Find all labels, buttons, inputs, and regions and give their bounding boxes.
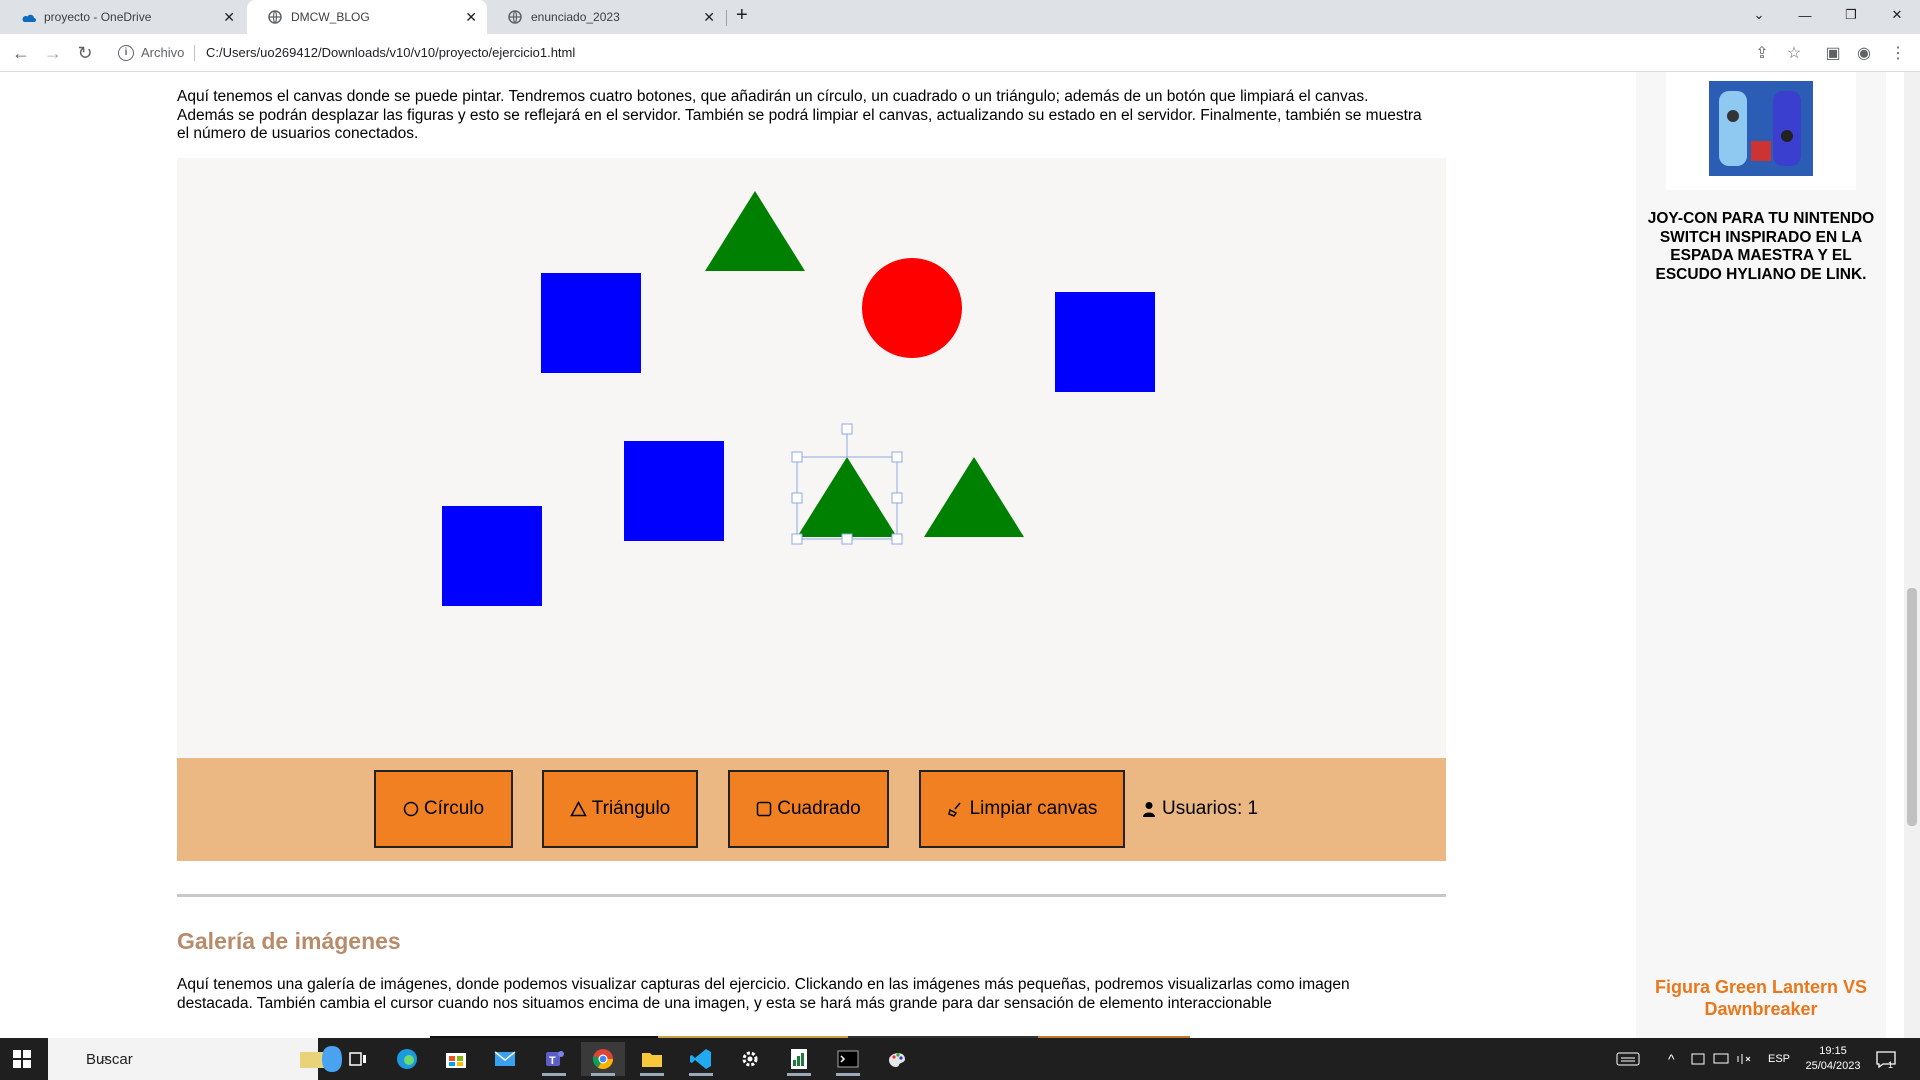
canvas-triangle-shape[interactable] (797, 457, 897, 537)
taskbar-search-box[interactable]: ⌕ Buscar (48, 1038, 342, 1080)
globe-icon (267, 9, 283, 25)
page-scrollbar[interactable] (1904, 72, 1920, 1038)
paint-icon[interactable] (875, 1042, 919, 1076)
search-icon: ⌕ (100, 1050, 109, 1067)
canvas-circle-shape[interactable] (862, 258, 962, 358)
circle-icon (403, 801, 419, 817)
notification-count-badge: 1 (1888, 1060, 1894, 1070)
clear-canvas-label: Limpiar canvas (969, 798, 1098, 819)
mail-icon[interactable] (483, 1042, 527, 1076)
connected-users: Usuarios: 1 (1142, 798, 1258, 820)
scrollbar-thumb[interactable] (1907, 588, 1917, 826)
settings-gear-icon[interactable] (728, 1042, 772, 1076)
edge-icon[interactable] (385, 1042, 429, 1076)
canvas-triangle-shape[interactable] (924, 457, 1024, 537)
tray-system-icons[interactable] (1690, 1038, 1762, 1080)
keyboard-layout-icon[interactable] (1616, 1038, 1640, 1080)
profile-avatar[interactable]: ◉ (1854, 43, 1874, 63)
user-icon (1142, 801, 1156, 817)
clear-canvas-button[interactable]: Limpiar canvas (919, 770, 1125, 848)
url-text[interactable]: C:/Users/uo269412/Downloads/v10/v10/proy… (206, 45, 575, 60)
windows-taskbar: ⌕ Buscar T ^ ESP 19:15 25/04/2023 1 (0, 1038, 1920, 1080)
search-placeholder: Buscar (86, 1050, 133, 1068)
close-window-button[interactable]: ✕ (1874, 0, 1920, 30)
close-tab-icon[interactable]: ✕ (465, 9, 477, 26)
tab-onedrive[interactable]: proyecto - OneDrive ✕ (0, 0, 245, 34)
add-square-label: Cuadrado (777, 798, 861, 819)
store-icon[interactable] (434, 1042, 478, 1076)
address-bar[interactable]: i Archivo C:/Users/uo269412/Downloads/v1… (108, 38, 1908, 68)
clock-time: 19:15 (1819, 1045, 1847, 1057)
scheme-label: Archivo (141, 45, 185, 60)
add-triangle-button[interactable]: Triángulo (542, 770, 698, 848)
tray-chevron-icon[interactable]: ^ (1668, 1038, 1675, 1080)
canvas-square-shape[interactable] (541, 273, 641, 373)
add-circle-button[interactable]: Círculo (374, 770, 513, 848)
canvas-square-shape[interactable] (442, 506, 542, 606)
share-icon[interactable]: ⇪ (1752, 43, 1772, 63)
close-tab-icon[interactable]: ✕ (703, 9, 715, 26)
users-count-label: Usuarios: 1 (1162, 798, 1259, 819)
forward-arrow-icon[interactable]: → (40, 40, 66, 66)
canvas-square-shape[interactable] (1055, 292, 1155, 392)
page-content: Aquí tenemos el canvas donde se puede pi… (0, 72, 1920, 1038)
svg-text:T: T (549, 1055, 556, 1067)
info-icon[interactable]: i (118, 45, 134, 61)
teams-icon[interactable]: T (532, 1042, 576, 1076)
tab-title: proyecto - OneDrive (44, 10, 152, 24)
restore-button[interactable]: ❐ (1828, 0, 1874, 30)
vscode-icon[interactable] (679, 1042, 723, 1076)
canvas-intro-text: Aquí tenemos el canvas donde se puede pi… (177, 88, 1422, 142)
bookmark-star-icon[interactable]: ☆ (1784, 43, 1804, 63)
square-icon (756, 801, 772, 817)
broom-icon (947, 801, 965, 817)
task-view-icon[interactable] (336, 1042, 380, 1076)
excel-icon[interactable] (777, 1042, 821, 1076)
reload-icon[interactable]: ↻ (72, 40, 98, 66)
section-divider (177, 894, 1446, 897)
tab-separator (726, 10, 727, 26)
drawing-canvas[interactable] (177, 158, 1446, 758)
sidebar: JOY-CON PARA TU NINTENDO SWITCH INSPIRAD… (1636, 72, 1886, 1038)
browser-tab-strip: proyecto - OneDrive ✕ DMCW_BLOG ✕ enunci… (0, 0, 1920, 34)
tab-dmcw-blog[interactable]: DMCW_BLOG ✕ (247, 0, 487, 34)
language-indicator[interactable]: ESP (1768, 1038, 1790, 1080)
menu-kebab-icon[interactable]: ⋮ (1888, 43, 1908, 63)
address-separator (194, 45, 195, 61)
chrome-icon[interactable] (581, 1042, 625, 1076)
globe-icon (507, 9, 523, 25)
tab-title: DMCW_BLOG (291, 10, 370, 24)
add-triangle-label: Triángulo (591, 798, 671, 819)
tab-enunciado[interactable]: enunciado_2023 ✕ (487, 0, 725, 34)
canvas-square-shape[interactable] (624, 441, 724, 541)
file-explorer-icon[interactable] (630, 1042, 674, 1076)
browser-toolbar: ← → ↻ i Archivo C:/Users/uo269412/Downlo… (0, 34, 1920, 72)
close-tab-icon[interactable]: ✕ (223, 9, 235, 26)
gallery-title: Galería de imágenes (177, 928, 401, 954)
canvas-triangle-shape[interactable] (705, 191, 805, 271)
add-circle-label: Círculo (423, 798, 485, 819)
clock[interactable]: 19:15 25/04/2023 (1800, 1038, 1866, 1080)
tab-title: enunciado_2023 (531, 10, 620, 24)
tab-search-icon[interactable]: ⌄ (1736, 0, 1782, 30)
terminal-icon[interactable] (826, 1042, 870, 1076)
triangle-icon (569, 801, 587, 817)
onedrive-icon (20, 9, 36, 25)
clock-date: 25/04/2023 (1805, 1060, 1861, 1072)
new-tab-button[interactable]: + (736, 4, 748, 27)
joycon-product-text: JOY-CON PARA TU NINTENDO SWITCH INSPIRAD… (1647, 210, 1875, 283)
windows-start-icon[interactable] (0, 1042, 44, 1076)
canvas-controls: Círculo Triángulo Cuadrado Limpiar canva… (177, 758, 1446, 861)
green-lantern-product-title[interactable]: Figura Green Lantern VS Dawnbreaker (1636, 976, 1886, 1020)
joycon-product-image[interactable] (1666, 72, 1856, 190)
minimize-button[interactable]: — (1782, 0, 1828, 30)
add-square-button[interactable]: Cuadrado (728, 770, 889, 848)
notification-center-icon[interactable]: 1 (1876, 1038, 1896, 1080)
gallery-description: Aquí tenemos una galería de imágenes, do… (177, 976, 1350, 1012)
back-arrow-icon[interactable]: ← (8, 40, 34, 66)
side-panel-icon[interactable]: ▣ (1823, 43, 1843, 63)
